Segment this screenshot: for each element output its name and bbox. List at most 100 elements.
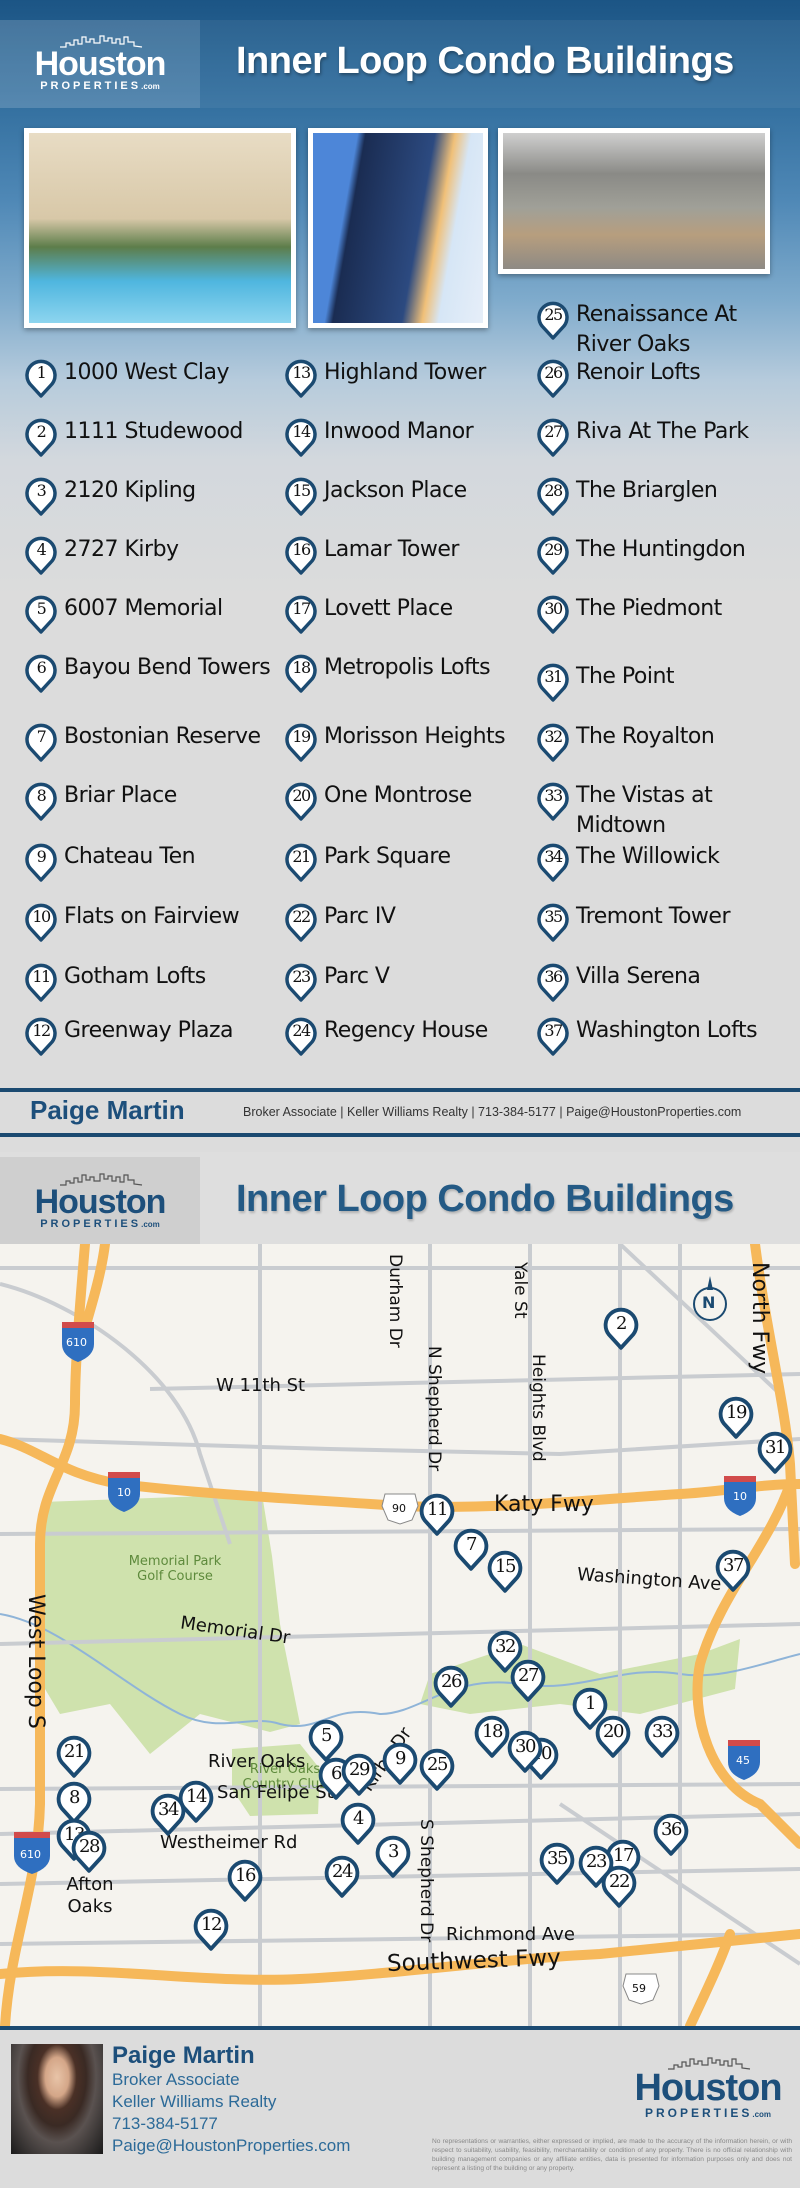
pin-number: 4 [36, 540, 47, 559]
map[interactable]: 610 10 10 610 45 90 59 N W 11th St Durha… [0, 1244, 800, 2026]
pin-number: 12 [32, 1021, 51, 1040]
building-list-item[interactable]: 13 Highland Tower [284, 358, 539, 398]
pin-number: 33 [544, 786, 563, 805]
building-list-item[interactable]: 26 Renoir Lofts [536, 358, 786, 398]
building-list-item[interactable]: 37 Washington Lofts [536, 1016, 786, 1056]
map-pin[interactable]: 2 [602, 1306, 640, 1350]
building-list-item[interactable]: 11 Gotham Lofts [24, 962, 279, 1002]
building-list-item[interactable]: 27 Riva At The Park [536, 417, 786, 457]
building-name: The Royalton [576, 724, 715, 749]
map-pin[interactable]: 36 [652, 1812, 690, 1856]
houston-properties-logo-footer[interactable]: Houston PROPERTIES.com [628, 2056, 788, 2120]
building-list-item[interactable]: 4 2727 Kirby [24, 535, 279, 575]
map-pin-icon: 6 [24, 653, 58, 693]
map-pin-number: 24 [332, 1861, 353, 1882]
building-list-item[interactable]: 10 Flats on Fairview [24, 902, 279, 942]
map-pin[interactable]: 28 [70, 1829, 108, 1873]
building-list-item[interactable]: 8 Briar Place [24, 781, 279, 821]
map-pin[interactable]: 19 [717, 1395, 755, 1439]
pin-number: 21 [292, 847, 311, 866]
map-pin[interactable]: 3 [374, 1834, 412, 1878]
map-pin[interactable]: 16 [226, 1858, 264, 1902]
map-pin-icon: 37 [536, 1016, 570, 1056]
building-list-item[interactable]: 6 Bayou Bend Towers [24, 653, 279, 693]
map-pin[interactable]: 15 [486, 1549, 524, 1593]
building-name: Parc IV [324, 904, 396, 929]
building-list-item[interactable]: 3 2120 Kipling [24, 476, 279, 516]
map-pin[interactable]: 34 [149, 1792, 187, 1836]
houston-properties-logo-2[interactable]: Houston PROPERTIES.com [30, 1172, 170, 1230]
map-pin[interactable]: 7 [452, 1527, 490, 1571]
building-list-item[interactable]: 34 The Willowick [536, 842, 786, 882]
map-pin-number: 36 [661, 1819, 682, 1840]
pin-number: 6 [36, 658, 47, 677]
pin-number: 10 [32, 907, 51, 926]
footer-agent-phone[interactable]: 713-384-5177 [112, 2114, 218, 2134]
map-pin[interactable]: 23 [577, 1844, 615, 1888]
map-header: Houston PROPERTIES.com Inner Loop Condo … [0, 1152, 800, 1245]
building-list-item[interactable]: 33 The Vistas at Midtown [536, 781, 786, 841]
map-pin[interactable]: 21 [55, 1734, 93, 1778]
map-pin[interactable]: 32 [486, 1629, 524, 1673]
shield-90-label: 90 [392, 1502, 406, 1515]
map-pin[interactable]: 11 [418, 1492, 456, 1536]
building-name: Inwood Manor [324, 419, 474, 444]
map-pin[interactable]: 24 [323, 1854, 361, 1898]
building-list-item[interactable]: 17 Lovett Place [284, 594, 539, 634]
building-list-item[interactable]: 22 Parc IV [284, 902, 539, 942]
building-list-item[interactable]: 9 Chateau Ten [24, 842, 279, 882]
map-pin[interactable]: 35 [538, 1841, 576, 1885]
map-pin[interactable]: 37 [714, 1548, 752, 1592]
map-pin-icon: 8 [24, 781, 58, 821]
shield-610-south-label: 610 [20, 1848, 41, 1861]
building-list-item[interactable]: 31 The Point [536, 662, 786, 702]
building-list-item[interactable]: 16 Lamar Tower [284, 535, 539, 575]
building-list-item[interactable]: 36 Villa Serena [536, 962, 786, 1002]
building-list-item[interactable]: 25 Renaissance At River Oaks [536, 300, 786, 360]
building-list-item[interactable]: 29 The Huntingdon [536, 535, 786, 575]
building-list-item[interactable]: 24 Regency House [284, 1016, 539, 1056]
map-pin-icon: 19 [284, 722, 318, 762]
map-pin[interactable]: 20 [594, 1714, 632, 1758]
pin-number: 9 [36, 847, 47, 866]
divider-bottom [0, 1133, 800, 1137]
building-list-item[interactable]: 7 Bostonian Reserve [24, 722, 279, 762]
building-list-item[interactable]: 1 1000 West Clay [24, 358, 279, 398]
building-list-item[interactable]: 35 Tremont Tower [536, 902, 786, 942]
building-list-item[interactable]: 20 One Montrose [284, 781, 539, 821]
pin-number: 22 [292, 907, 311, 926]
pin-number: 16 [292, 540, 311, 559]
building-list-item[interactable]: 2 1111 Studewood [24, 417, 279, 457]
map-pin-icon: 25 [536, 300, 570, 340]
building-list-item[interactable]: 32 The Royalton [536, 722, 786, 762]
building-list-item[interactable]: 30 The Piedmont [536, 594, 786, 634]
houston-properties-logo[interactable]: Houston PROPERTIES.com [30, 34, 170, 92]
map-pin[interactable]: 25 [418, 1747, 456, 1791]
building-list-item[interactable]: 12 Greenway Plaza [24, 1016, 279, 1056]
building-name: Morisson Heights [324, 724, 506, 749]
building-list-item[interactable]: 15 Jackson Place [284, 476, 539, 516]
map-pin-number: 31 [765, 1437, 786, 1458]
map-pin[interactable]: 4 [339, 1801, 377, 1845]
map-pin[interactable]: 30 [506, 1729, 544, 1773]
map-pin[interactable]: 9 [381, 1741, 419, 1785]
map-pin[interactable]: 31 [756, 1430, 794, 1474]
map-pin-number: 32 [495, 1636, 516, 1657]
building-list-item[interactable]: 18 Metropolis Lofts [284, 653, 539, 693]
building-name: Tremont Tower [576, 904, 731, 929]
building-list-item[interactable]: 28 The Briarglen [536, 476, 786, 516]
building-list-item[interactable]: 21 Park Square [284, 842, 539, 882]
map-pin[interactable]: 26 [432, 1664, 470, 1708]
map-pin-number: 33 [652, 1721, 673, 1742]
building-list-item[interactable]: 19 Morisson Heights [284, 722, 539, 762]
map-pin[interactable]: 12 [192, 1907, 230, 1951]
pool-tower-photo [24, 128, 296, 328]
footer-agent-email[interactable]: Paige@HoustonProperties.com [112, 2136, 350, 2156]
map-pin-icon: 24 [284, 1016, 318, 1056]
map-pin[interactable]: 29 [340, 1752, 378, 1796]
building-list-item[interactable]: 14 Inwood Manor [284, 417, 539, 457]
building-list-item[interactable]: 5 6007 Memorial [24, 594, 279, 634]
map-pin[interactable]: 33 [643, 1714, 681, 1758]
building-list-section: Houston PROPERTIES.com Inner Loop Condo … [0, 0, 800, 1092]
building-list-item[interactable]: 23 Parc V [284, 962, 539, 1002]
